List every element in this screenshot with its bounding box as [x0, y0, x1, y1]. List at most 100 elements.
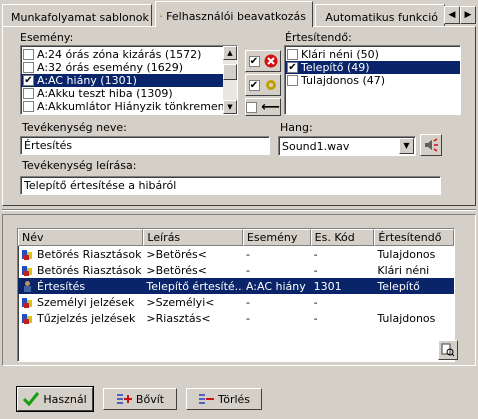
activity-desc-label: Tevékenység leírása:	[22, 159, 137, 172]
table-cell: Tűzjelzés jelzések	[18, 312, 143, 325]
table-cell-text: Tűzjelzés jelzések	[37, 311, 136, 325]
table-cell-text: -	[245, 247, 250, 261]
list-item-label: A:Akku teszt hiba (1309)	[37, 87, 173, 100]
list-item-label: Tulajdonos (47)	[301, 74, 386, 87]
tab-label: Felhasználói beavatkozás	[166, 9, 306, 23]
table-cell-text: >Betörés<	[146, 247, 207, 261]
table-cell: >Riasztás<	[143, 312, 243, 325]
tab-workflow-templates[interactable]: Munkafolyamat sablonok	[2, 4, 152, 26]
tab-automatic-function[interactable]: Automatikus funkció	[315, 4, 445, 26]
tab-scroll-left-button[interactable]: ◀	[444, 6, 460, 24]
table-cell-text: Személyi jelzések	[37, 295, 135, 309]
table-cell-text: >Személyi<	[146, 295, 215, 309]
tab-user-intervention[interactable]: Felhasználói beavatkozás	[155, 1, 313, 27]
table-cell: Betörés Riasztások	[18, 248, 143, 261]
tab-label: Automatikus funkció	[325, 10, 438, 24]
table-row[interactable]: Személyi jelzések >Személyi< - -	[18, 294, 454, 310]
group-icon	[22, 313, 32, 324]
tab-label: Munkafolyamat sablonok	[11, 10, 149, 24]
checkbox[interactable]	[23, 88, 34, 99]
recipients-label: Értesítendő:	[285, 31, 352, 44]
list-item-label: A:Akkumlátor Hiányzik tönkrement (13	[37, 100, 223, 113]
checkbox[interactable]	[287, 49, 298, 60]
expand-button-label: Bővít	[135, 392, 165, 406]
table-options-button[interactable]	[438, 340, 458, 360]
list-item[interactable]: A:Akku teszt hiba (1309)	[21, 87, 223, 100]
table-cell-text: -	[245, 311, 250, 325]
activity-desc-input[interactable]: Telepítő értesítése a hibáról	[20, 176, 441, 195]
checkbox[interactable]	[287, 75, 298, 86]
person-icon	[24, 280, 31, 292]
table-cell-text: Telepítő értesíté...	[146, 279, 243, 293]
column-header-event[interactable]: Esemény	[242, 229, 311, 246]
list-item[interactable]: A:Akkumlátor Hiányzik tönkrement (13	[21, 100, 223, 113]
expand-button[interactable]: Bővít	[103, 388, 177, 410]
table-cell: -	[311, 296, 375, 309]
table-row[interactable]: Betörés Riasztások >Betörés< - - Klári néni	[18, 262, 454, 278]
table-cell: -	[243, 248, 311, 261]
checkbox-checked[interactable]: ✔	[287, 62, 298, 73]
table-cell-text: -	[313, 247, 318, 261]
list-item[interactable]: A:24 órás zóna kizárás (1572)	[21, 48, 223, 61]
events-scrollbar[interactable]: ▲ ▼	[223, 46, 237, 114]
checkbox-checked[interactable]: ✔	[23, 75, 34, 86]
check-icon: ✔	[248, 79, 260, 91]
table-cell-text: -	[313, 295, 318, 309]
events-list[interactable]: A:24 órás zóna kizárás (1572) A:32 órás …	[20, 45, 238, 115]
table-cell: A:AC hiány	[243, 280, 311, 293]
checkbox[interactable]	[23, 49, 34, 60]
column-header-code[interactable]: Es. Kód	[310, 229, 375, 246]
gear-icon	[265, 80, 276, 90]
table-row[interactable]: Tűzjelzés jelzések >Riasztás< - - Tulajdonos	[18, 310, 454, 326]
link-back-button[interactable]: ⟵	[245, 98, 281, 116]
workflow-table[interactable]: Név Leírás Esemény Es. Kód Értesítendő B…	[17, 228, 455, 362]
list-item-label: A:24 órás zóna kizárás (1572)	[37, 48, 202, 61]
checkbox[interactable]	[23, 62, 34, 73]
table-cell: >Személyi<	[143, 296, 243, 309]
activity-name-input[interactable]: Értesítés	[20, 136, 270, 155]
table-cell: Értesítés	[18, 280, 143, 293]
table-cell: -	[243, 264, 311, 277]
table-cell-text: Betörés Riasztások	[37, 263, 142, 277]
table-cell: Tulajdonos	[374, 248, 454, 261]
column-header-description[interactable]: Leírás	[143, 229, 243, 246]
find-icon	[441, 343, 455, 357]
column-header-recipient[interactable]: Értesítendő	[374, 229, 454, 246]
play-sound-button[interactable]	[420, 134, 442, 156]
table-row-selected[interactable]: Értesítés Telepítő értesíté... A:AC hiány 1…	[18, 278, 454, 294]
use-button[interactable]: Használ	[16, 386, 94, 412]
column-header-name[interactable]: Név	[18, 229, 144, 246]
table-header: Név Leírás Esemény Es. Kód Értesítendő	[18, 229, 454, 246]
delete-button-label: Törlés	[217, 392, 251, 406]
table-row[interactable]: Betörés Riasztások >Betörés< - - Tulajdonos	[18, 246, 454, 262]
group-icon	[22, 265, 32, 276]
delete-button[interactable]: Törlés	[186, 388, 262, 410]
recipients-list[interactable]: Klári néni (50) ✔ Telepítő (49) Tulajdono…	[284, 45, 461, 115]
window: Munkafolyamat sablonok Felhasználói beav…	[0, 0, 478, 419]
use-button-label: Használ	[43, 392, 87, 406]
checkbox[interactable]	[23, 101, 34, 112]
list-item[interactable]: Tulajdonos (47)	[285, 74, 460, 87]
list-item-label: A:AC hiány (1301)	[37, 74, 137, 87]
scroll-up-button[interactable]: ▲	[223, 46, 237, 60]
table-body: Betörés Riasztások >Betörés< - - Tulajdonos B…	[18, 246, 454, 326]
table-cell-text: -	[245, 263, 250, 277]
table-cell: >Betörés<	[143, 248, 243, 261]
table-cell-text: -	[313, 311, 318, 325]
sound-select[interactable]: Sound1.wav ▼	[278, 136, 416, 156]
scroll-thumb[interactable]	[223, 64, 237, 80]
list-item[interactable]: Klári néni (50)	[285, 48, 460, 61]
tab-scroll-right-button[interactable]: ▶	[460, 6, 476, 24]
link-settings-button[interactable]: ✔	[245, 74, 281, 96]
user-hand-icon	[160, 14, 162, 18]
scroll-down-button[interactable]: ▼	[223, 100, 237, 114]
list-item[interactable]: A:32 órás esemény (1629)	[21, 61, 223, 74]
list-item-selected[interactable]: ✔ Telepítő (49)	[285, 61, 460, 74]
group-icon	[22, 249, 32, 260]
table-cell-text: Értesítés	[37, 279, 86, 293]
table-cell: Telepítő	[374, 280, 454, 293]
remove-link-button[interactable]: ✔	[245, 50, 281, 72]
chevron-down-icon[interactable]: ▼	[399, 138, 414, 154]
table-cell-text: Tulajdonos	[377, 247, 436, 261]
list-item-selected[interactable]: ✔ A:AC hiány (1301)	[21, 74, 223, 87]
